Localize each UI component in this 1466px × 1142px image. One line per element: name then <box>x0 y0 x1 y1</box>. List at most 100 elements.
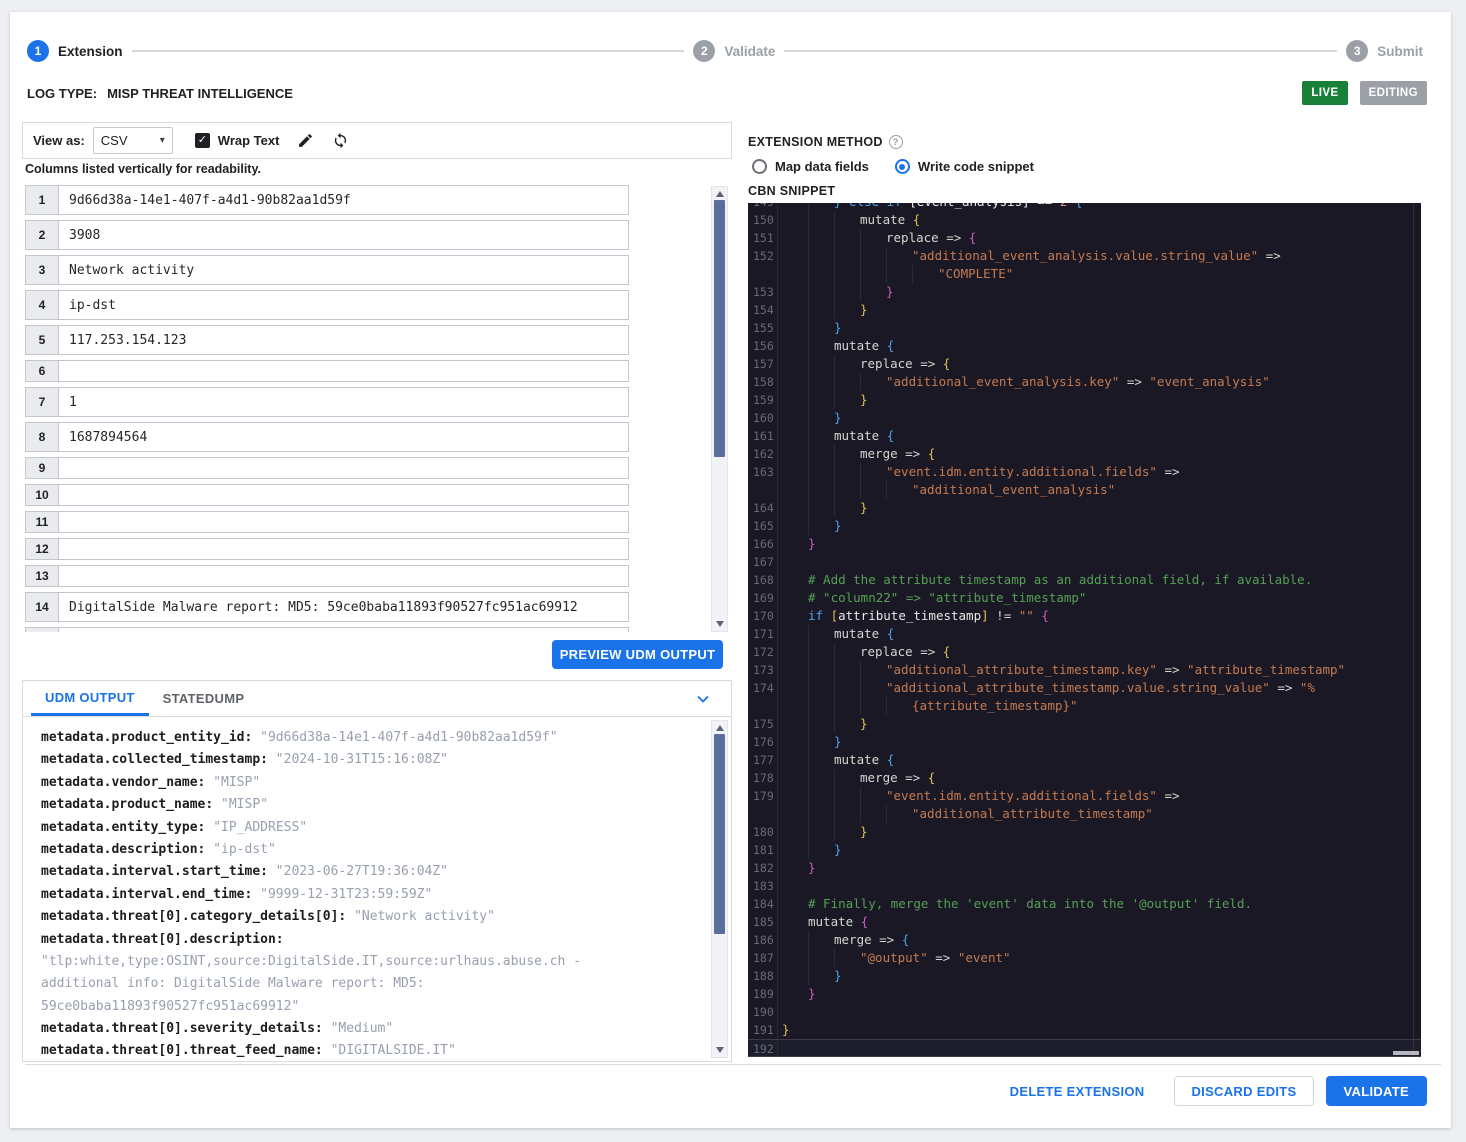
row-number: 1 <box>26 186 59 214</box>
udm-line: metadata.product_name: "MISP" <box>41 797 268 813</box>
step-1-circle[interactable]: 1 <box>27 40 49 62</box>
code-line: 183 <box>748 877 1421 895</box>
radio-icon[interactable] <box>752 159 767 174</box>
stepper: 1 Extension 2 Validate 3 Submit <box>27 40 1423 62</box>
step-connector <box>784 50 1338 52</box>
row-number: 4 <box>26 291 59 319</box>
row-value: 1687894564 <box>69 429 148 445</box>
table-row: 71 <box>25 387 629 417</box>
code-line: 171 mutate { <box>748 625 1421 643</box>
udm-line: 59ce0baba11893f90527fc951ac69912" <box>41 998 300 1014</box>
tab-udm-output[interactable]: UDM OUTPUT <box>31 681 149 716</box>
extension-method-section: EXTENSION METHOD ? <box>748 135 903 149</box>
row-number: 7 <box>26 388 59 416</box>
row-value: 1 <box>69 394 77 410</box>
code-line: 180} <box>748 823 1421 841</box>
row-number: 10 <box>26 485 59 505</box>
refresh-icon[interactable] <box>332 132 349 149</box>
live-badge: LIVE <box>1302 81 1348 105</box>
chevron-down-icon[interactable] <box>693 689 713 709</box>
help-icon[interactable]: ? <box>888 135 903 149</box>
code-line: 149} else if [event_analysis] == 2 { <box>748 203 1421 211</box>
delete-extension-button[interactable]: DELETE EXTENSION <box>992 1076 1163 1106</box>
row-number: 12 <box>26 539 59 559</box>
view-as-select[interactable]: CSV ▾ <box>92 127 173 154</box>
columns-note: Columns listed vertically for readabilit… <box>25 162 261 176</box>
udm-line: metadata.vendor_name: "MISP" <box>41 774 261 790</box>
validate-button[interactable]: VALIDATE <box>1325 1076 1427 1106</box>
step-2-circle[interactable]: 2 <box>693 40 716 62</box>
scroll-down-icon[interactable] <box>716 1047 724 1053</box>
udm-line: metadata.collected_timestamp: "2024-10-3… <box>41 752 448 768</box>
view-as-value: CSV <box>100 133 128 148</box>
cbn-snippet-label: CBN SNIPPET <box>748 184 836 198</box>
log-type-value: MISP THREAT INTELLIGENCE <box>107 86 293 101</box>
code-line: 150 mutate { <box>748 211 1421 229</box>
wrap-text-checkbox[interactable]: ✓ <box>194 133 210 148</box>
code-line: 168 # Add the attribute timestamp as an a… <box>748 571 1421 589</box>
row-value <box>59 485 628 505</box>
step-2-label: Validate <box>724 43 776 59</box>
code-line: 162 merge => { <box>748 445 1421 463</box>
scroll-up-icon[interactable] <box>716 191 724 197</box>
code-line: 190 <box>748 1003 1421 1021</box>
udm-line: additional info: DigitalSide Malware rep… <box>41 976 425 992</box>
code-line: 167 <box>748 553 1421 571</box>
code-line: 174 "additional_attribute_timestamp.value… <box>748 679 1421 697</box>
scroll-down-icon[interactable] <box>716 621 724 627</box>
code-line: 191} <box>748 1021 1421 1039</box>
row-number: 13 <box>26 566 59 586</box>
radio-selected-icon[interactable] <box>894 159 910 174</box>
code-line: 175} <box>748 715 1421 733</box>
radio-write-code-snippet[interactable]: Write code snippet <box>894 159 1034 174</box>
code-line: 192 <box>748 1039 1421 1057</box>
code-line: 185 mutate { <box>748 913 1421 931</box>
row-value: DigitalSide Malware report: MD5: 59ce0ba… <box>69 599 578 615</box>
discard-edits-button[interactable]: DISCARD EDITS <box>1174 1076 1314 1106</box>
udm-line: metadata.description: "ip-dst" <box>41 841 276 857</box>
row-value <box>59 361 628 381</box>
editor-scroll-track[interactable] <box>1413 203 1414 1057</box>
code-line: 184 # Finally, merge the 'event' data int… <box>748 895 1421 913</box>
radio-map-data-fields[interactable]: Map data fields <box>752 159 869 174</box>
code-line: 159} <box>748 391 1421 409</box>
csv-scrollbar[interactable] <box>711 186 728 632</box>
udm-scrollbar[interactable] <box>711 720 728 1058</box>
extension-method-options: Map data fields Write code snippet <box>752 159 1034 174</box>
tab-statedump[interactable]: STATEDUMP <box>149 681 259 716</box>
row-value <box>59 628 628 632</box>
code-line: 186 merge => { <box>748 931 1421 949</box>
edit-icon[interactable] <box>297 132 314 149</box>
status-badges: LIVE EDITING <box>1302 81 1427 105</box>
code-line: {attribute_timestamp}" <box>748 697 1421 715</box>
code-line: 187 "@output" => "event" <box>748 949 1421 967</box>
step-3-circle[interactable]: 3 <box>1346 40 1369 62</box>
code-line: 156 mutate { <box>748 337 1421 355</box>
table-row: 1 9d66d38a-14e1-407f-a4d1-90b82aa1d59f <box>25 185 629 215</box>
code-line: 161 mutate { <box>748 427 1421 445</box>
preview-udm-output-button[interactable]: PREVIEW UDM OUTPUT <box>552 640 723 669</box>
code-line: 163 "event.idm.entity.additional.fields" … <box>748 463 1421 481</box>
udm-line: metadata.product_entity_id: "9d66d38a-14… <box>41 730 558 745</box>
scrollbar-thumb[interactable] <box>714 200 725 457</box>
row-number: 9 <box>26 458 59 478</box>
udm-output-content: metadata.product_entity_id: "9d66d38a-14… <box>41 727 701 1061</box>
code-line: 189} <box>748 985 1421 1003</box>
scrollbar-thumb[interactable] <box>714 734 725 934</box>
row-value: 3908 <box>69 227 101 243</box>
log-type: LOG TYPE: MISP THREAT INTELLIGENCE <box>27 86 293 101</box>
editor-horizontal-scrollbar[interactable] <box>1393 1051 1419 1055</box>
scroll-up-icon[interactable] <box>716 725 724 731</box>
code-line: 173 "additional_attribute_timestamp.key" … <box>748 661 1421 679</box>
code-line: 179 "event.idm.entity.additional.fields" … <box>748 787 1421 805</box>
udm-line: metadata.threat[0].severity_details: "Me… <box>41 1021 394 1037</box>
code-line: 182} <box>748 859 1421 877</box>
table-row: 8 1687894564 <box>25 422 629 452</box>
table-row: 14 DigitalSide Malware report: MD5: 59ce0… <box>25 592 629 622</box>
step-connector <box>131 50 685 52</box>
code-line: 154} <box>748 301 1421 319</box>
cbn-code-editor[interactable]: 149} else if [event_analysis] == 2 {150m… <box>748 203 1421 1057</box>
code-line: 152 "additional_event_analysis.value.stri… <box>748 247 1421 265</box>
code-line: 157 replace => { <box>748 355 1421 373</box>
row-value <box>59 458 628 478</box>
